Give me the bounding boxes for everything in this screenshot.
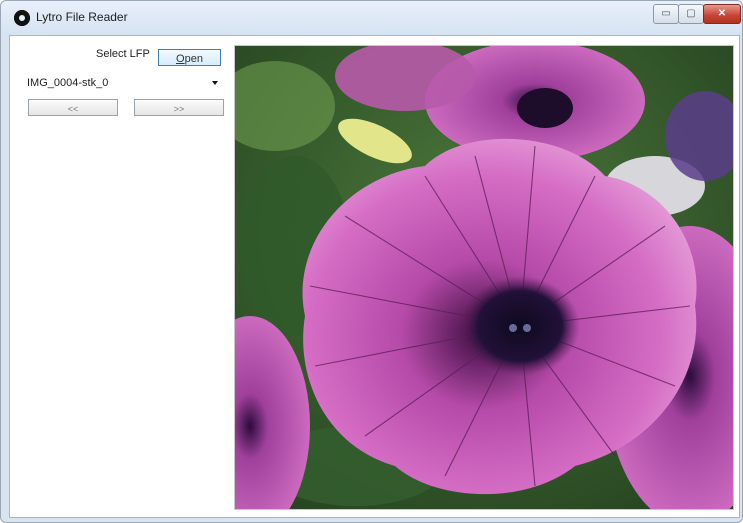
flower-center bbox=[460, 276, 580, 376]
background-flower-center bbox=[517, 88, 573, 128]
file-select-value: IMG_0004-stk_0 bbox=[27, 77, 109, 89]
app-window: Lytro File Reader ▭ ▢ ✕ Select LFP Open … bbox=[0, 0, 743, 523]
petunia-photo bbox=[235, 46, 733, 509]
client-area: Select LFP Open IMG_0004-stk_0 << >> bbox=[9, 35, 740, 518]
close-button[interactable]: ✕ bbox=[703, 4, 741, 24]
maximize-button[interactable]: ▢ bbox=[678, 4, 704, 24]
lytro-app-icon bbox=[14, 10, 30, 26]
window-title: Lytro File Reader bbox=[36, 10, 128, 24]
next-button[interactable]: >> bbox=[134, 99, 224, 116]
open-label-rest: pen bbox=[184, 53, 203, 65]
minimize-button[interactable]: ▭ bbox=[653, 4, 679, 24]
file-select-dropdown[interactable]: IMG_0004-stk_0 bbox=[27, 75, 222, 91]
previous-button[interactable]: << bbox=[28, 99, 118, 116]
stamen bbox=[509, 324, 517, 332]
dropdown-arrow-icon bbox=[212, 81, 218, 85]
open-button[interactable]: Open bbox=[158, 49, 221, 66]
stamen bbox=[523, 324, 531, 332]
title-bar: Lytro File Reader ▭ ▢ ✕ bbox=[1, 1, 742, 35]
image-viewer bbox=[234, 45, 734, 510]
open-accel-letter: O bbox=[176, 53, 185, 65]
select-lfp-label: Select LFP bbox=[96, 48, 150, 60]
